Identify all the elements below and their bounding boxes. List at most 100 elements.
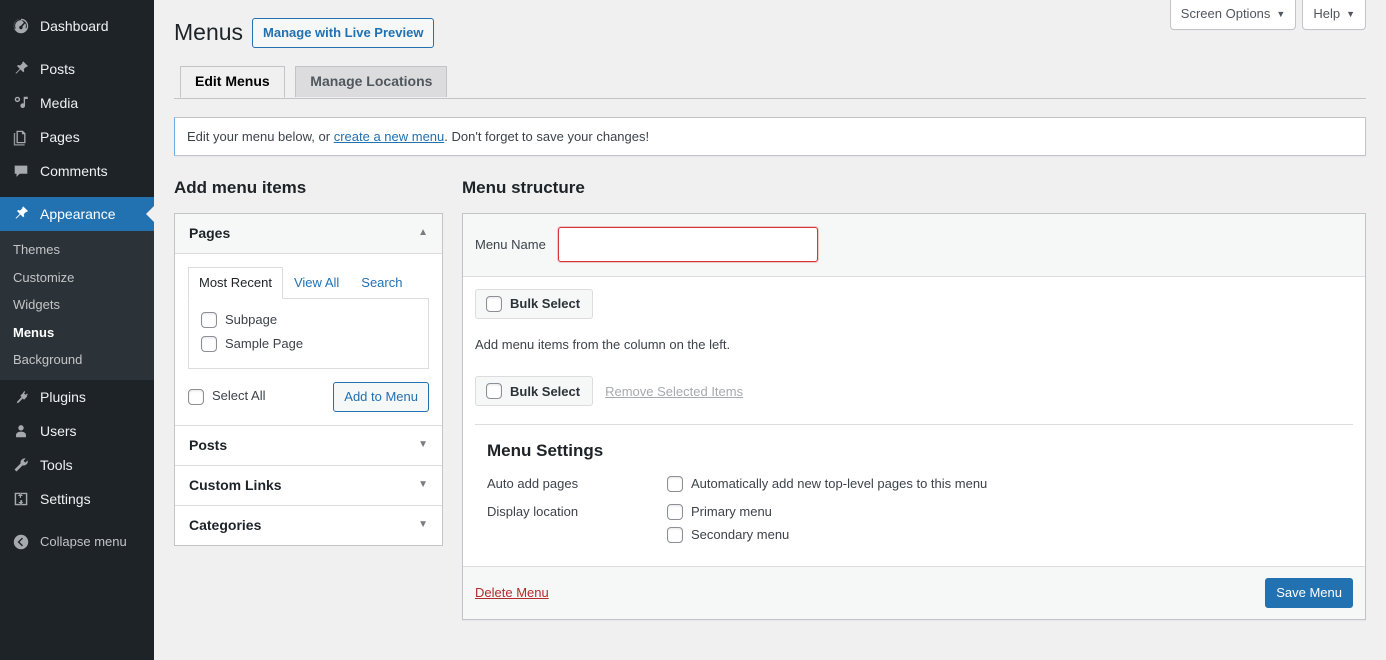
add-menu-items-title: Add menu items — [174, 176, 443, 200]
auto-add-pages-option-label: Automatically add new top-level pages to… — [691, 474, 987, 494]
collapse-menu-button[interactable]: Collapse menu — [0, 525, 154, 559]
bulk-select-top-label: Bulk Select — [510, 296, 580, 311]
sidebar-item-themes[interactable]: Themes — [0, 236, 154, 264]
menu-settings-title: Menu Settings — [487, 439, 1341, 463]
sidebar-item-widgets[interactable]: Widgets — [0, 291, 154, 319]
bulk-select-row-bottom: Bulk Select Remove Selected Items — [475, 376, 1353, 406]
sidebar-item-dashboard[interactable]: Dashboard — [0, 9, 154, 43]
screen-options-button[interactable]: Screen Options ▼ — [1170, 0, 1297, 30]
sidebar-item-appearance[interactable]: Appearance — [0, 197, 154, 231]
bulk-select-top-checkbox[interactable] — [486, 296, 502, 312]
pages-panel-footer: Select All Add to Menu — [188, 382, 429, 412]
add-to-menu-button[interactable]: Add to Menu — [333, 382, 429, 412]
accordion-header-pages[interactable]: Pages ▲ — [175, 214, 442, 254]
tab-manage-locations[interactable]: Manage Locations — [295, 66, 447, 98]
sidebar-item-posts[interactable]: Posts — [0, 52, 154, 86]
sidebar-label: Pages — [40, 130, 80, 144]
save-menu-button[interactable]: Save Menu — [1265, 578, 1353, 608]
sidebar-label: Posts — [40, 62, 75, 76]
list-item[interactable]: Sample Page — [201, 332, 416, 356]
bulk-select-bottom-button[interactable]: Bulk Select — [475, 376, 593, 406]
tab-most-recent[interactable]: Most Recent — [188, 267, 283, 300]
auto-add-pages-row: Auto add pages Automatically add new top… — [487, 473, 1341, 495]
auto-add-pages-fields: Automatically add new top-level pages to… — [667, 473, 1341, 495]
sidebar-item-pages[interactable]: Pages — [0, 120, 154, 154]
accordion-header-categories[interactable]: Categories ▼ — [175, 506, 442, 545]
list-item[interactable]: Subpage — [201, 308, 416, 332]
sidebar-item-background[interactable]: Background — [0, 346, 154, 374]
admin-sidebar: Dashboard Posts Media Pages Commen — [0, 0, 154, 660]
menu-structure-column: Menu structure Menu Name Bulk Select — [462, 176, 1366, 620]
page-checkbox-sample-page[interactable] — [201, 336, 217, 352]
add-menu-items-column: Add menu items Pages ▲ Most Recent View … — [174, 176, 443, 546]
tools-icon — [11, 455, 31, 475]
sidebar-item-users[interactable]: Users — [0, 414, 154, 448]
select-all-row[interactable]: Select All — [188, 384, 265, 408]
primary-menu-label: Primary menu — [691, 502, 772, 522]
sidebar-label: Dashboard — [40, 19, 109, 33]
add-menu-items-accordion: Pages ▲ Most Recent View All Search — [174, 213, 443, 546]
manage-with-live-preview-button[interactable]: Manage with Live Preview — [252, 18, 434, 48]
sidebar-item-comments[interactable]: Comments — [0, 154, 154, 188]
tab-search[interactable]: Search — [350, 267, 413, 300]
pages-icon — [11, 127, 31, 147]
bulk-select-bottom-checkbox[interactable] — [486, 383, 502, 399]
accordion-header-custom-links[interactable]: Custom Links ▼ — [175, 466, 442, 505]
sidebar-item-tools[interactable]: Tools — [0, 448, 154, 482]
accordion-section-pages: Pages ▲ Most Recent View All Search — [175, 214, 442, 426]
bulk-select-top-button[interactable]: Bulk Select — [475, 289, 593, 319]
sidebar-item-menus[interactable]: Menus — [0, 319, 154, 347]
accordion-label: Posts — [189, 437, 227, 453]
notice-text-after: . Don't forget to save your changes! — [444, 129, 649, 144]
nav-tabs: Edit Menus Manage Locations — [174, 66, 1366, 99]
location-option-primary[interactable]: Primary menu — [667, 501, 1341, 523]
empty-menu-message: Add menu items from the column on the le… — [475, 335, 1353, 355]
auto-add-pages-label: Auto add pages — [487, 473, 667, 495]
chevron-down-icon: ▼ — [1276, 9, 1285, 19]
tab-view-all[interactable]: View All — [283, 267, 350, 300]
accordion-header-posts[interactable]: Posts ▼ — [175, 426, 442, 465]
display-location-row: Display location Primary menu Secondary … — [487, 501, 1341, 545]
auto-add-pages-option[interactable]: Automatically add new top-level pages to… — [667, 473, 1341, 495]
sidebar-item-media[interactable]: Media — [0, 86, 154, 120]
screen-meta-links: Screen Options ▼ Help▼ — [1170, 0, 1366, 30]
collapse-menu-label: Collapse menu — [40, 534, 127, 549]
chevron-down-icon: ▼ — [418, 440, 428, 450]
accordion-label: Pages — [189, 225, 230, 241]
help-label: Help — [1313, 6, 1340, 21]
sidebar-item-settings[interactable]: Settings — [0, 482, 154, 516]
sidebar-item-customize[interactable]: Customize — [0, 264, 154, 292]
sidebar-label: Users — [40, 424, 77, 438]
secondary-menu-checkbox[interactable] — [667, 527, 683, 543]
media-icon — [11, 93, 31, 113]
create-new-menu-link[interactable]: create a new menu — [334, 129, 445, 144]
notice-text-before: Edit your menu below, or — [187, 129, 334, 144]
bulk-select-row-top: Bulk Select — [475, 289, 1353, 319]
auto-add-pages-checkbox[interactable] — [667, 476, 683, 492]
help-button[interactable]: Help▼ — [1302, 0, 1366, 30]
settings-icon — [11, 489, 31, 509]
page-title: Menus — [174, 9, 243, 52]
menu-name-input[interactable] — [558, 227, 818, 262]
brush-icon — [11, 204, 31, 224]
sidebar-item-plugins[interactable]: Plugins — [0, 380, 154, 414]
accordion-label: Categories — [189, 517, 261, 533]
main-content: Screen Options▼ Help▼ Menus Manage with … — [154, 0, 1386, 660]
pages-most-recent-panel: Subpage Sample Page — [188, 299, 429, 368]
location-option-secondary[interactable]: Secondary menu — [667, 524, 1341, 546]
notice-banner: Edit your menu below, or create a new me… — [174, 117, 1366, 156]
tab-edit-menus[interactable]: Edit Menus — [180, 66, 285, 99]
select-all-checkbox[interactable] — [188, 389, 204, 405]
menu-structure-body: Bulk Select Add menu items from the colu… — [463, 277, 1365, 566]
pin-icon — [11, 59, 31, 79]
display-location-label: Display location — [487, 501, 667, 523]
menu-structure-title: Menu structure — [462, 176, 1366, 200]
accordion-section-posts: Posts ▼ — [175, 426, 442, 466]
accordion-body-pages: Most Recent View All Search Subpage — [175, 254, 442, 425]
screen-options-label: Screen Options — [1181, 6, 1271, 21]
primary-menu-checkbox[interactable] — [667, 504, 683, 520]
page-checkbox-subpage[interactable] — [201, 312, 217, 328]
delete-menu-link[interactable]: Delete Menu — [475, 585, 549, 600]
accordion-label: Custom Links — [189, 477, 282, 493]
sidebar-label: Appearance — [40, 207, 116, 221]
